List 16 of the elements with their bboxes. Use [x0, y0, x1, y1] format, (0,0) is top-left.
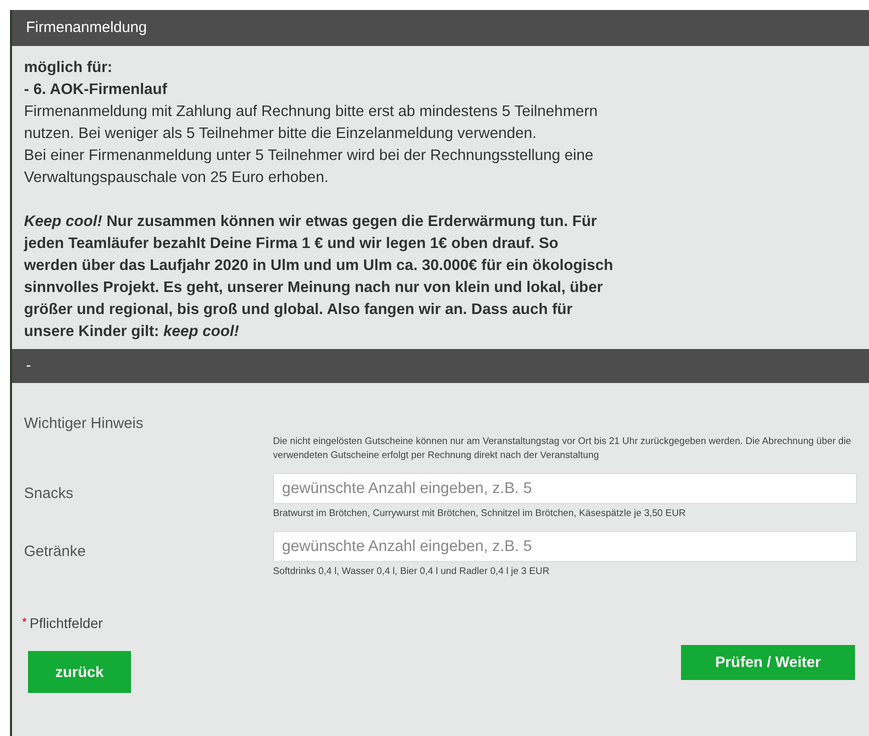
- field-label: Getränke: [24, 542, 87, 562]
- help-text: Softdrinks 0,4 l, Wasser 0,4 l, Bier 0,4 l und Radler 0,4 l je 3 EUR: [273, 565, 550, 579]
- required-marker: *: [22, 615, 27, 629]
- field-label: Snacks: [24, 484, 74, 504]
- next-button[interactable]: Prüfen / Weiter: [681, 645, 855, 680]
- intro-paragraph: möglich für: - 6. AOK-Firmenlauf Firmenanmeldung mit Zahlung auf Rechnung bitte erst ab mindestens 5 Teilnehmern nutzen. Bei weniger als 5 Teilnehmer bitte die Einzelanmeldung verwenden. Bei einer Firmenanmeldung unter 5 Teilnehmer wird bei der Rechnungsstellung eine Verwaltungspauschale von 25 Euro erhoben.: [24, 58, 599, 188]
- field-label: Wichtiger Hinweis: [24, 415, 144, 434]
- back-button[interactable]: zurück: [28, 651, 131, 693]
- section-header: -: [12, 349, 869, 383]
- required-note: Pflichtfelder: [30, 615, 103, 631]
- input-field[interactable]: gewünschte Anzahl eingeben, z.B. 5: [273, 531, 857, 562]
- input-field[interactable]: gewünschte Anzahl eingeben, z.B. 5: [273, 473, 857, 504]
- help-text: Bratwurst im Brötchen, Currywurst mit Brötchen, Schnitzel im Brötchen, Käsespätzle je 3,50 EUR: [273, 507, 687, 521]
- notice-text: Die nicht eingelösten Gutscheine können nur am Veranstaltungstag vor Ort bis 21 Uhr zurückgegeben werden. Die Abrechnung über die verwendeten Gutscheine erfolgt per Rechnung direkt nach der Veranstaltung: [273, 435, 852, 463]
- section-header: Firmenanmeldung: [12, 10, 869, 46]
- intro-paragraph: Keep cool! Nur zusammen können wir etwas gegen die Erderwärmung tun. Für jeden Teamläufer bezahlt Deine Firma 1 € und wir legen 1€ oben drauf. So werden über das Laufjahr 2020 in Ulm und um Ulm ca. 30.000€ für ein ökologisch sinnvolles Projekt. Es geht, unserer Meinung nach nur von klein und lokal, über größer und regional, bis groß und global. Also fangen wir an. Dass auch für unsere Kinder gilt: keep cool!: [24, 212, 614, 342]
